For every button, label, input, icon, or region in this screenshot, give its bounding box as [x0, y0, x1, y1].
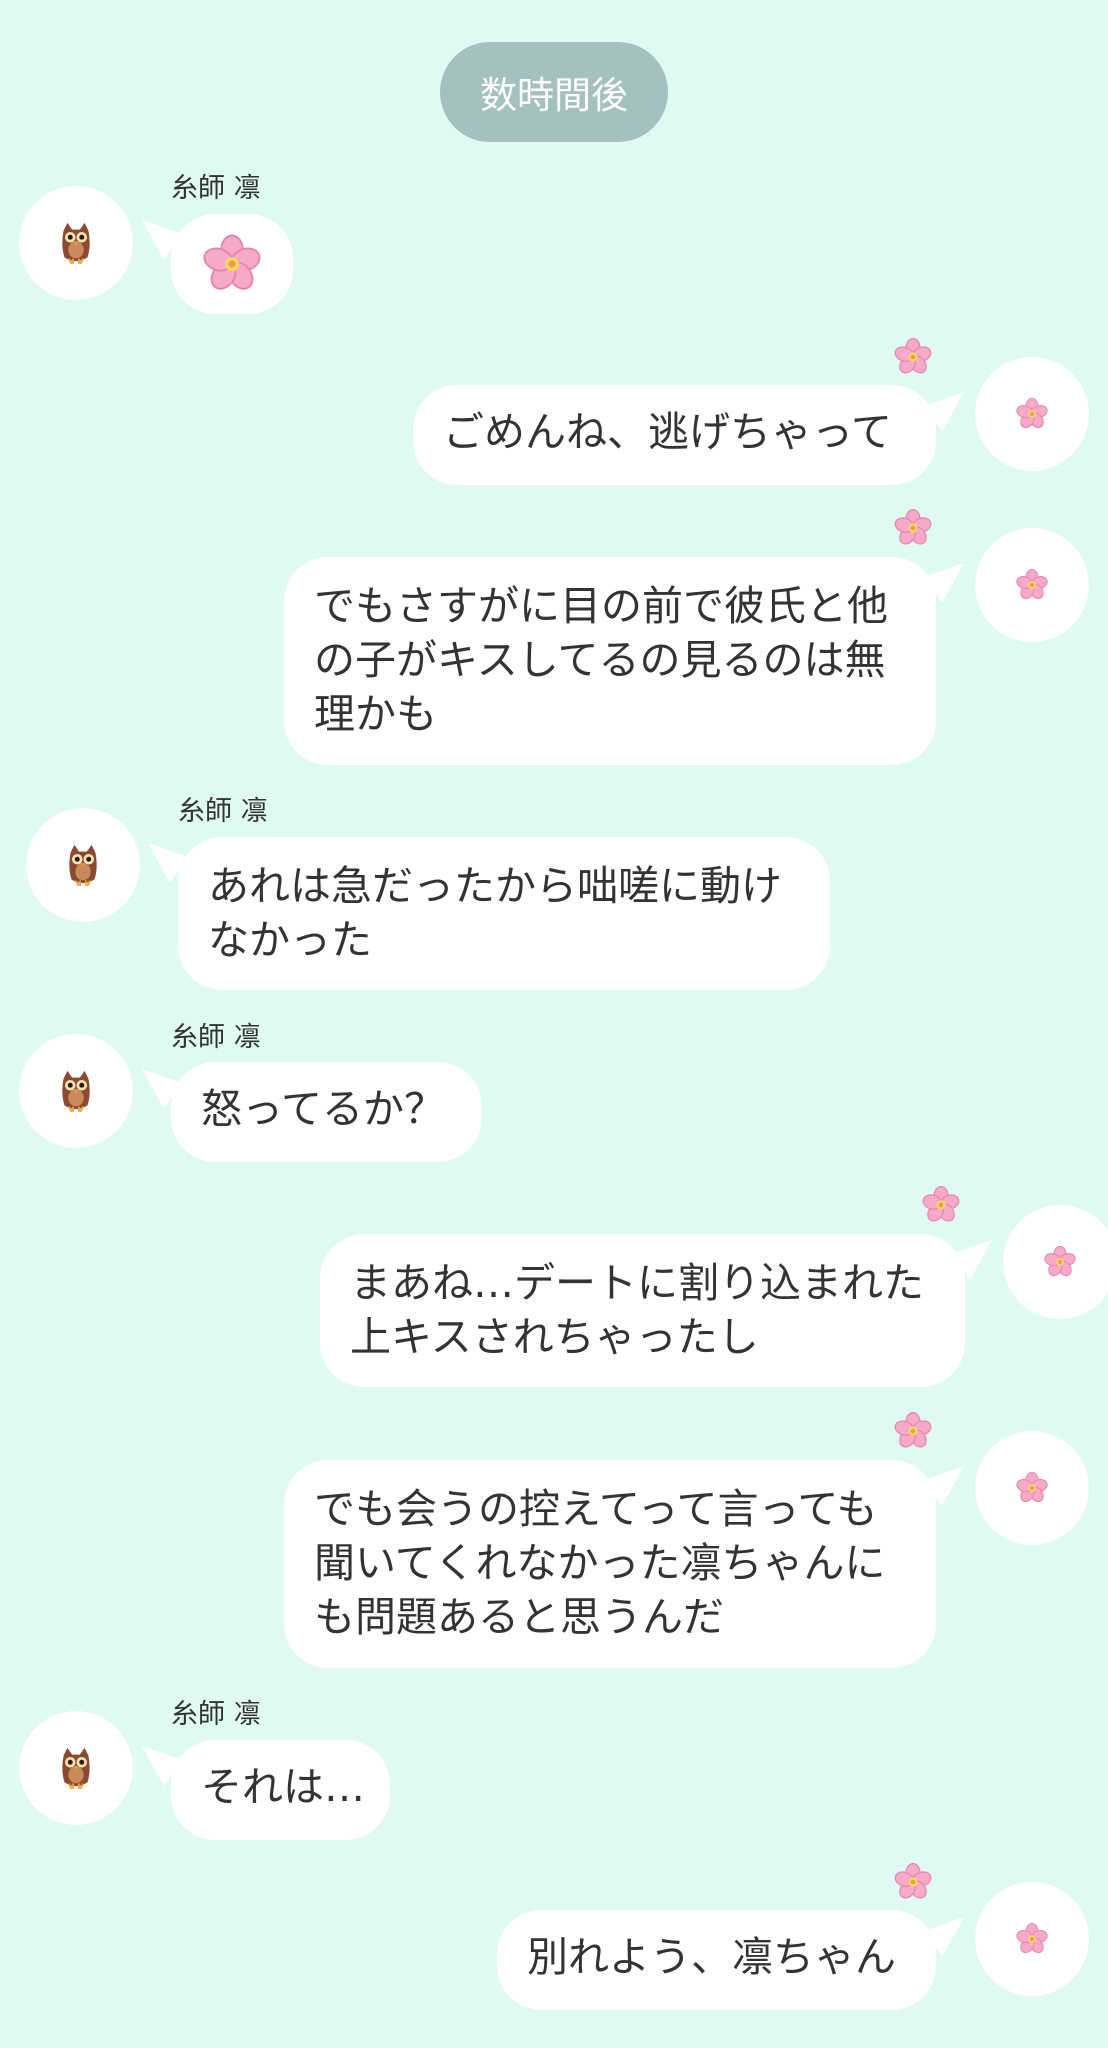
message-bubble[interactable]: 別れよう、凛ちゃん [497, 1910, 936, 2010]
message-bubble[interactable]: でも会うの控えてって言っても 聞いてくれなかった凛ちゃんに も問題あると思うんだ [284, 1460, 936, 1668]
message-bubble-sticker[interactable] [171, 214, 293, 314]
cherry-blossom-icon[interactable] [975, 528, 1089, 642]
cherry-blossom-icon [921, 1185, 961, 1225]
sender-name: 糸師 凛 [171, 1022, 261, 1053]
time-divider: 数時間後 [440, 42, 668, 142]
cherry-blossom-icon[interactable] [1003, 1205, 1108, 1319]
cherry-blossom-icon[interactable] [975, 1882, 1089, 1996]
message-bubble[interactable]: 怒ってるか？ [171, 1062, 482, 1162]
message-bubble[interactable]: でもさすがに目の前で彼氏と他 の子がキスしてるの見るのは無 理かも [284, 557, 936, 765]
owl-icon[interactable] [19, 186, 133, 300]
owl-icon[interactable] [19, 1711, 133, 1825]
sender-name: 糸師 凛 [171, 173, 261, 204]
message-bubble[interactable]: それは… [171, 1740, 390, 1840]
cherry-blossom-icon [201, 234, 263, 295]
message-bubble[interactable]: あれは急だったから咄嗟に動け なかった [178, 837, 830, 990]
cherry-blossom-icon [893, 1411, 933, 1451]
message-bubble[interactable]: ごめんね、逃げちゃって [413, 385, 936, 485]
cherry-blossom-icon [893, 1862, 933, 1902]
cherry-blossom-icon [893, 337, 933, 377]
cherry-blossom-icon [893, 508, 933, 548]
message-bubble[interactable]: まあね…デートに割り込まれた 上キスされちゃったし [320, 1234, 965, 1387]
sender-name: 糸師 凛 [171, 1699, 261, 1730]
sender-name: 糸師 凛 [178, 796, 268, 827]
owl-icon[interactable] [19, 1034, 133, 1148]
cherry-blossom-icon[interactable] [975, 357, 1089, 471]
cherry-blossom-icon[interactable] [975, 1431, 1089, 1545]
owl-icon[interactable] [26, 808, 140, 922]
